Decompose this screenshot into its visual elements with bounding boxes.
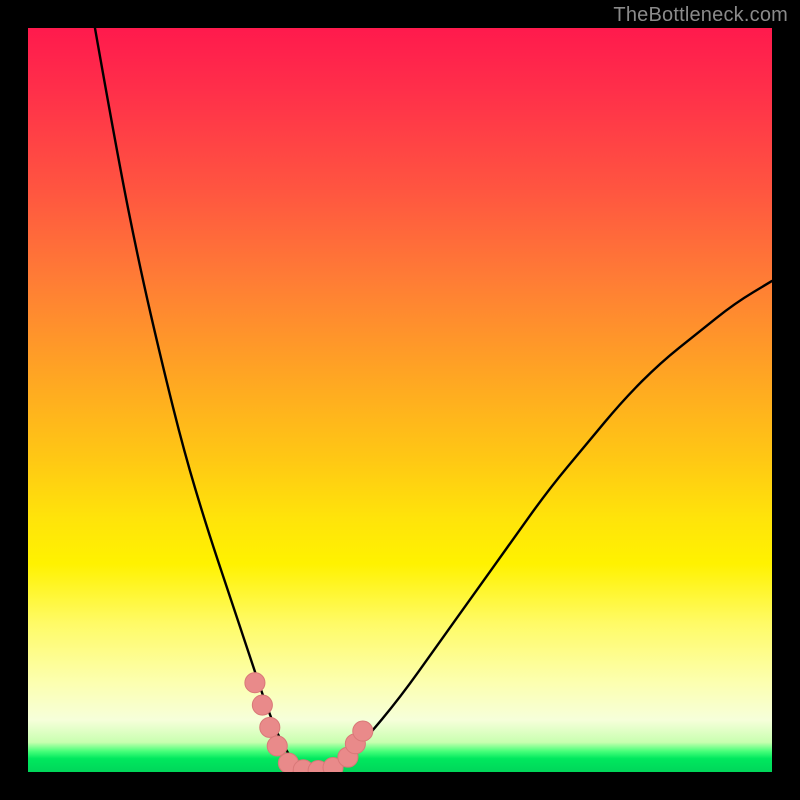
curve-layer: [28, 28, 772, 772]
valley-marker-1: [252, 695, 272, 715]
valley-markers: [245, 673, 373, 772]
plot-area: [28, 28, 772, 772]
watermark-text: TheBottleneck.com: [613, 4, 788, 27]
valley-marker-3: [267, 736, 287, 756]
chart-frame: TheBottleneck.com: [0, 0, 800, 800]
bottleneck-curve: [95, 28, 772, 772]
valley-marker-2: [260, 717, 280, 737]
valley-marker-10: [353, 721, 373, 741]
valley-marker-0: [245, 673, 265, 693]
